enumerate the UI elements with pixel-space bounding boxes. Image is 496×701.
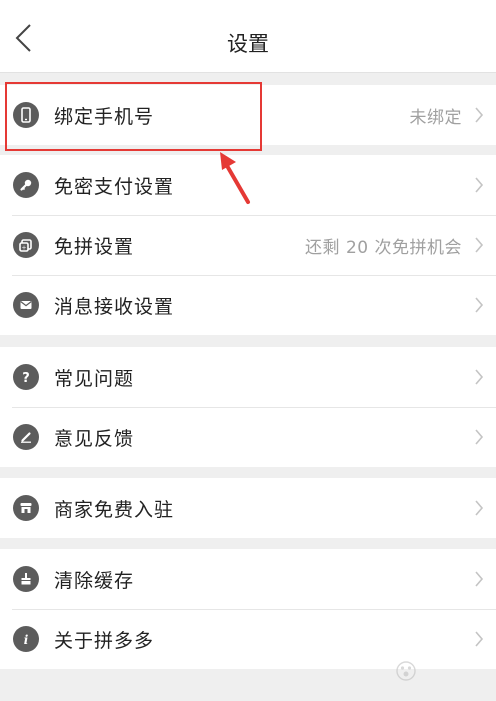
settings-group-app: 清除缓存 i 关于拼多多	[0, 549, 496, 669]
chevron-right-icon	[474, 368, 484, 386]
chevron-right-icon	[474, 106, 484, 124]
chevron-right-icon	[474, 499, 484, 517]
clear-cache-row[interactable]: 清除缓存	[0, 549, 496, 609]
settings-screen: 设置 绑定手机号 未绑定 免密支付设置 + 免拼设置 还剩 20 次免拼机会 消…	[0, 0, 496, 701]
chevron-right-icon	[474, 176, 484, 194]
password-free-payment-label: 免密支付设置	[54, 175, 175, 198]
broom-icon	[13, 566, 39, 592]
faq-row[interactable]: ? 常见问题	[0, 347, 496, 407]
envelope-icon	[13, 292, 39, 318]
bind-phone-label: 绑定手机号	[54, 105, 155, 128]
store-icon	[13, 495, 39, 521]
chevron-right-icon	[474, 236, 484, 254]
phone-icon	[13, 102, 39, 128]
message-settings-row[interactable]: 消息接收设置	[0, 275, 496, 335]
free-group-settings-label: 免拼设置	[54, 235, 135, 258]
question-icon: ?	[13, 364, 39, 390]
svg-text:?: ?	[22, 371, 30, 385]
settings-group-help: ? 常见问题 意见反馈	[0, 347, 496, 467]
bind-phone-row[interactable]: 绑定手机号 未绑定	[0, 85, 496, 145]
bind-phone-status: 未绑定	[409, 107, 462, 128]
merchant-join-label: 商家免费入驻	[54, 498, 175, 521]
feedback-row[interactable]: 意见反馈	[0, 407, 496, 467]
pencil-icon	[13, 424, 39, 450]
chevron-right-icon	[474, 570, 484, 588]
clear-cache-label: 清除缓存	[54, 569, 135, 592]
feedback-label: 意见反馈	[54, 427, 135, 450]
about-row[interactable]: i 关于拼多多	[0, 609, 496, 669]
page-title: 设置	[227, 32, 269, 56]
free-group-icon: +	[13, 232, 39, 258]
message-settings-label: 消息接收设置	[54, 295, 175, 318]
password-free-payment-row[interactable]: 免密支付设置	[0, 155, 496, 215]
faq-label: 常见问题	[54, 367, 135, 390]
free-group-remaining: 还剩 20 次免拼机会	[305, 237, 462, 258]
chevron-right-icon	[474, 428, 484, 446]
merchant-join-row[interactable]: 商家免费入驻	[0, 478, 496, 538]
svg-text:+: +	[21, 245, 26, 252]
free-group-settings-row[interactable]: + 免拼设置 还剩 20 次免拼机会	[0, 215, 496, 275]
key-icon	[13, 172, 39, 198]
navigation-bar: 设置	[0, 0, 496, 73]
settings-group-merchant: 商家免费入驻	[0, 478, 496, 538]
info-icon: i	[13, 626, 39, 652]
settings-group-payment: 免密支付设置 + 免拼设置 还剩 20 次免拼机会 消息接收设置	[0, 155, 496, 335]
settings-group-account: 绑定手机号 未绑定	[0, 85, 496, 145]
about-label: 关于拼多多	[54, 629, 155, 652]
chevron-right-icon	[474, 296, 484, 314]
svg-text:i: i	[24, 633, 29, 647]
chevron-right-icon	[474, 630, 484, 648]
